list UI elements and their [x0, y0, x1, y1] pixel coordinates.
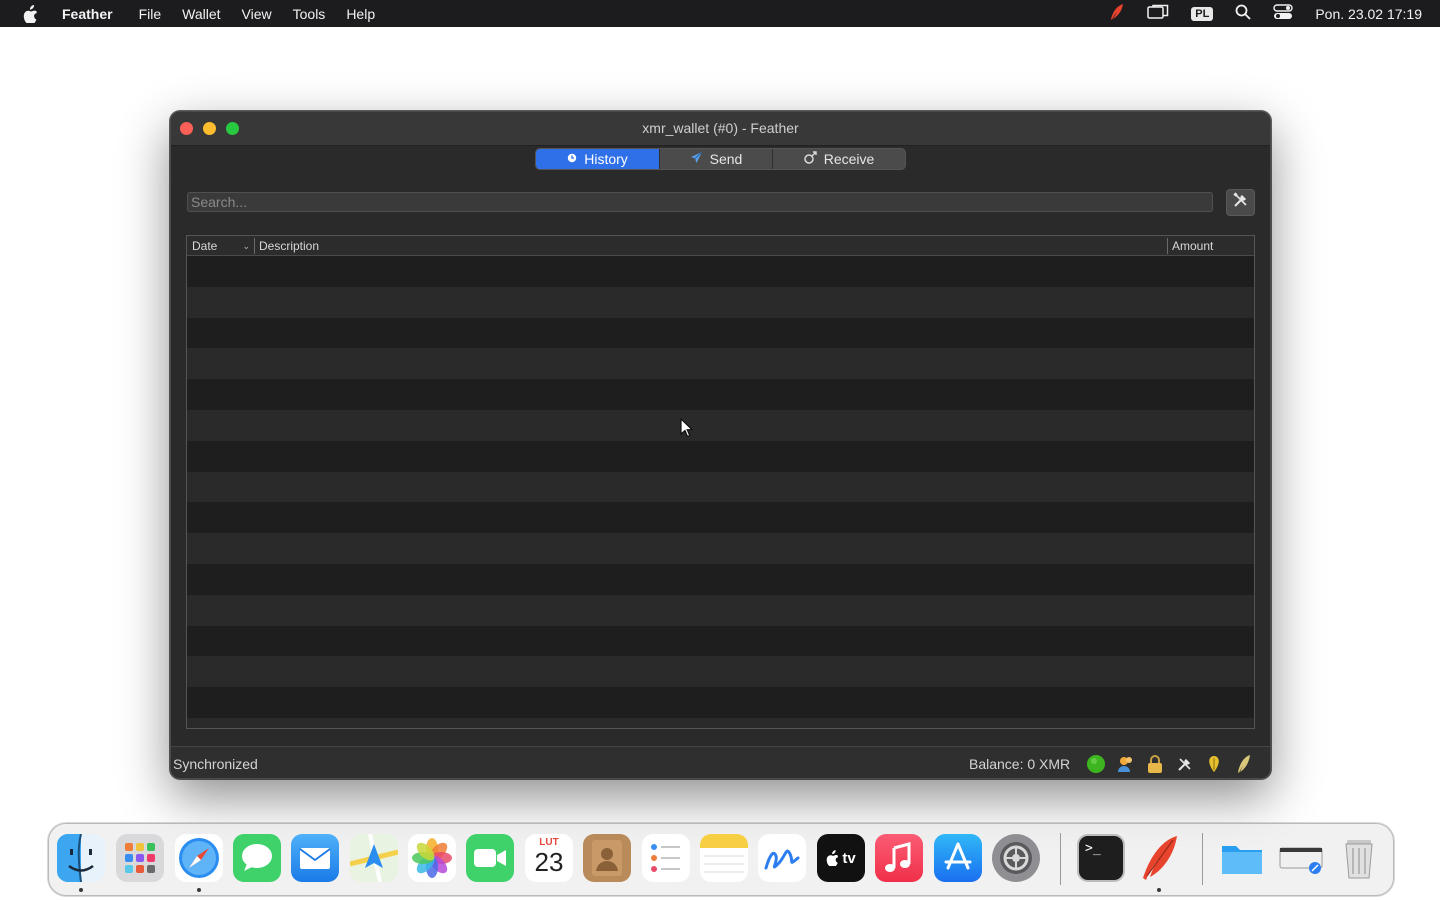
empty-table-row [187, 256, 1254, 287]
facetime-icon[interactable] [466, 834, 514, 882]
maps-icon[interactable] [350, 834, 398, 882]
terminal-prompt-icon: >_ [1085, 841, 1101, 856]
empty-table-row [187, 286, 1254, 318]
safari-icon[interactable] [175, 834, 223, 882]
column-header-date[interactable]: Date ⌄ [192, 238, 254, 254]
empty-table-row [187, 471, 1254, 503]
history-table-body [187, 256, 1254, 728]
apple-menu-icon[interactable] [22, 4, 40, 23]
search-settings-button[interactable] [1226, 189, 1255, 216]
trash-icon[interactable] [1335, 834, 1383, 882]
menu-wallet[interactable]: Wallet [182, 6, 220, 22]
finder-icon[interactable] [57, 834, 105, 882]
lock-icon[interactable] [1144, 753, 1166, 775]
history-icon [567, 152, 577, 166]
feather-running-indicator [1157, 888, 1161, 892]
tab-send[interactable]: Send [660, 149, 773, 169]
empty-table-row [187, 594, 1254, 626]
finder-running-indicator [79, 888, 83, 892]
menu-bar: Feather File Wallet View Tools Help PL P… [0, 0, 1440, 27]
folder-icon[interactable] [1218, 834, 1266, 882]
reminders-icon[interactable] [642, 834, 690, 882]
status-icon-group [1085, 753, 1262, 775]
seed-icon[interactable] [1203, 753, 1225, 775]
sync-status-text: Synchronized [173, 756, 258, 772]
tab-receive-label: Receive [823, 151, 875, 167]
empty-table-row [187, 409, 1254, 441]
feather-wallet-window: xmr_wallet (#0) - Feather History Send R… [170, 111, 1271, 779]
terminal-icon[interactable]: >_ [1077, 834, 1125, 882]
tab-send-label: Send [709, 151, 743, 167]
tab-history[interactable]: History [536, 149, 660, 169]
history-table[interactable]: Date ⌄ Description Amount [186, 235, 1255, 729]
empty-table-row [187, 317, 1254, 349]
window-titlebar[interactable]: xmr_wallet (#0) - Feather [171, 112, 1270, 146]
spotlight-search-icon[interactable] [1235, 4, 1251, 23]
empty-table-row [187, 563, 1254, 595]
tv-label: tv [842, 849, 856, 867]
tab-receive[interactable]: Receive [773, 149, 905, 169]
menubar-clock[interactable]: Pon. 23.02 17:19 [1315, 6, 1422, 22]
menu-app-name[interactable]: Feather [62, 6, 113, 22]
messages-icon[interactable] [233, 834, 281, 882]
dock-separator-2 [1202, 833, 1203, 885]
empty-table-row [187, 440, 1254, 472]
dock: LUT 23 tv >_ [48, 823, 1394, 896]
empty-table-row [187, 348, 1254, 380]
appstore-icon[interactable] [934, 834, 982, 882]
mail-icon[interactable] [291, 834, 339, 882]
menu-help[interactable]: Help [346, 6, 375, 22]
menu-tools[interactable]: Tools [293, 6, 326, 22]
control-center-icon[interactable] [1273, 4, 1294, 23]
sort-chevron-down-icon: ⌄ [242, 240, 250, 251]
empty-table-row [187, 502, 1254, 534]
freeform-icon[interactable] [758, 834, 806, 882]
menubar-status-area: PL Pon. 23.02 17:19 [1087, 0, 1422, 27]
empty-table-row [187, 687, 1254, 718]
column-header-date-label: Date [192, 239, 218, 253]
menu-view[interactable]: View [242, 6, 272, 22]
input-source-badge[interactable]: PL [1191, 6, 1214, 21]
contacts-app-icon[interactable] [583, 834, 631, 882]
screen-mirroring-icon[interactable] [1147, 4, 1169, 23]
column-header-description-label: Description [259, 239, 320, 253]
connection-status-icon[interactable] [1085, 753, 1107, 775]
empty-table-row [187, 625, 1254, 657]
calendar-day-label: 23 [534, 847, 564, 877]
main-tab-bar: History Send Receive [535, 148, 906, 170]
notes-icon[interactable] [700, 834, 748, 882]
history-search-input[interactable] [187, 192, 1213, 212]
send-icon [690, 151, 703, 167]
empty-table-row [187, 717, 1254, 728]
status-bar: Synchronized Balance: 0 XMR [171, 746, 1270, 778]
calendar-icon[interactable]: LUT 23 [525, 834, 573, 882]
mouse-pointer-icon [680, 417, 694, 443]
menu-file[interactable]: File [139, 6, 162, 22]
column-header-amount-label: Amount [1172, 239, 1214, 253]
tab-history-label: History [584, 151, 628, 167]
balance-label[interactable]: Balance: 0 XMR [969, 756, 1070, 772]
column-header-amount[interactable]: Amount [1167, 238, 1254, 254]
music-icon[interactable] [875, 834, 923, 882]
safari-running-indicator [197, 888, 201, 892]
feather-status-icon[interactable] [1109, 3, 1125, 24]
feather-dock-icon[interactable] [1135, 834, 1183, 882]
empty-table-row [187, 533, 1254, 564]
tools-icon [1232, 191, 1250, 214]
contacts-icon[interactable] [1115, 753, 1137, 775]
settings-icon[interactable] [1174, 753, 1196, 775]
photos-icon[interactable] [408, 834, 456, 882]
feather-icon[interactable] [1233, 753, 1255, 775]
dock-separator [1060, 833, 1061, 885]
column-header-description[interactable]: Description [254, 238, 319, 254]
receive-icon [803, 151, 817, 167]
empty-table-row [187, 656, 1254, 688]
empty-table-row [187, 379, 1254, 410]
system-settings-icon[interactable] [992, 834, 1040, 882]
history-table-header: Date ⌄ Description Amount [187, 236, 1254, 256]
launchpad-icon[interactable] [116, 834, 164, 882]
tv-icon[interactable]: tv [817, 834, 865, 882]
window-title: xmr_wallet (#0) - Feather [642, 120, 799, 136]
window-icon[interactable] [1277, 834, 1325, 882]
